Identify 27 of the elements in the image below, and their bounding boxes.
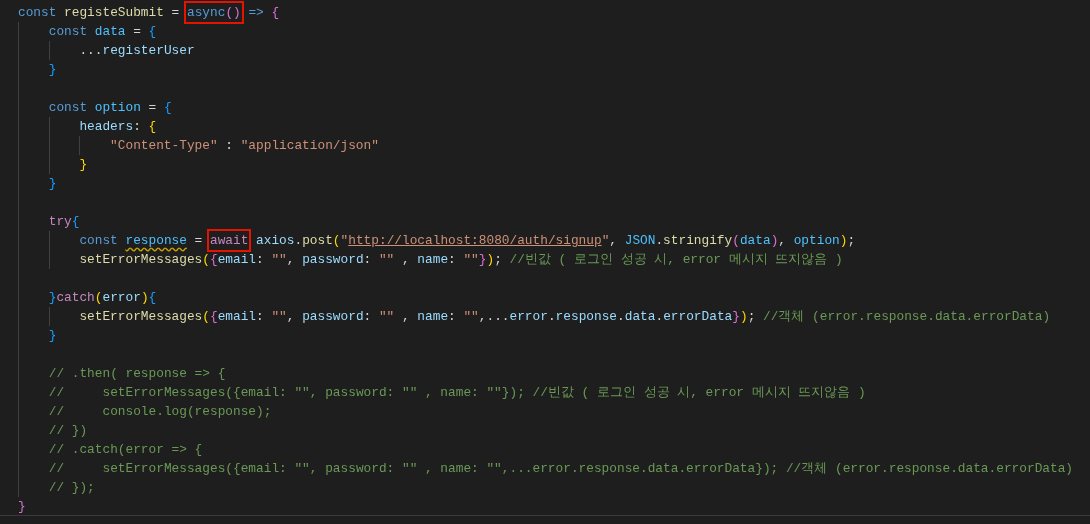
code-text: // .catch(error => { <box>48 441 203 459</box>
code-text: "Content-Type" : "application/json" <box>110 137 379 155</box>
code-text: // setErrorMessages({email: "", password: "" , name: "",...error.response.data.errorData}); //객체 (error.response.data.errorData) <box>48 460 1074 478</box>
code-text: => { <box>247 4 280 22</box>
code-text: axios.post("http://localhost:8080/auth/signup", JSON.stringify(data), option); <box>255 232 856 250</box>
code-text: } <box>48 61 57 79</box>
code-text: // console.log(response); <box>48 403 272 421</box>
code-text: headers: { <box>79 118 157 136</box>
code-text: setErrorMessages({email: "", password: "" , name: ""}); //빈값 ( 로그인 성공 시, error 메시지 뜨지않음 ) <box>79 251 843 269</box>
code-text: const response = <box>79 232 204 250</box>
code-text: const registeSubmit = <box>18 4 181 22</box>
code-text: // }) <box>48 422 88 440</box>
highlight-box: await <box>209 232 249 249</box>
code-text: } <box>48 327 57 345</box>
code-text: } <box>79 156 88 174</box>
code-text: const option = { <box>48 99 172 117</box>
code-text: } <box>48 175 57 193</box>
code-text: // }); <box>48 479 95 497</box>
code-text: setErrorMessages({email: "", password: "" , name: "",...error.response.data.errorData}); //객체 (error.response.data.errorData) <box>79 308 1051 326</box>
code-text: // setErrorMessages({email: "", password: "" , name: ""}); //빈값 ( 로그인 성공 시, error 메시지 뜨지않음 ) <box>48 384 866 402</box>
code-text: // .then( response => { <box>48 365 226 383</box>
code-text: ...registerUser <box>79 42 195 60</box>
highlight-box: async() <box>186 4 241 21</box>
code-text: }catch(error){ <box>48 289 157 307</box>
code-text: } <box>18 498 26 516</box>
code-text: const data = { <box>48 23 157 41</box>
code-text: try{ <box>48 213 80 231</box>
